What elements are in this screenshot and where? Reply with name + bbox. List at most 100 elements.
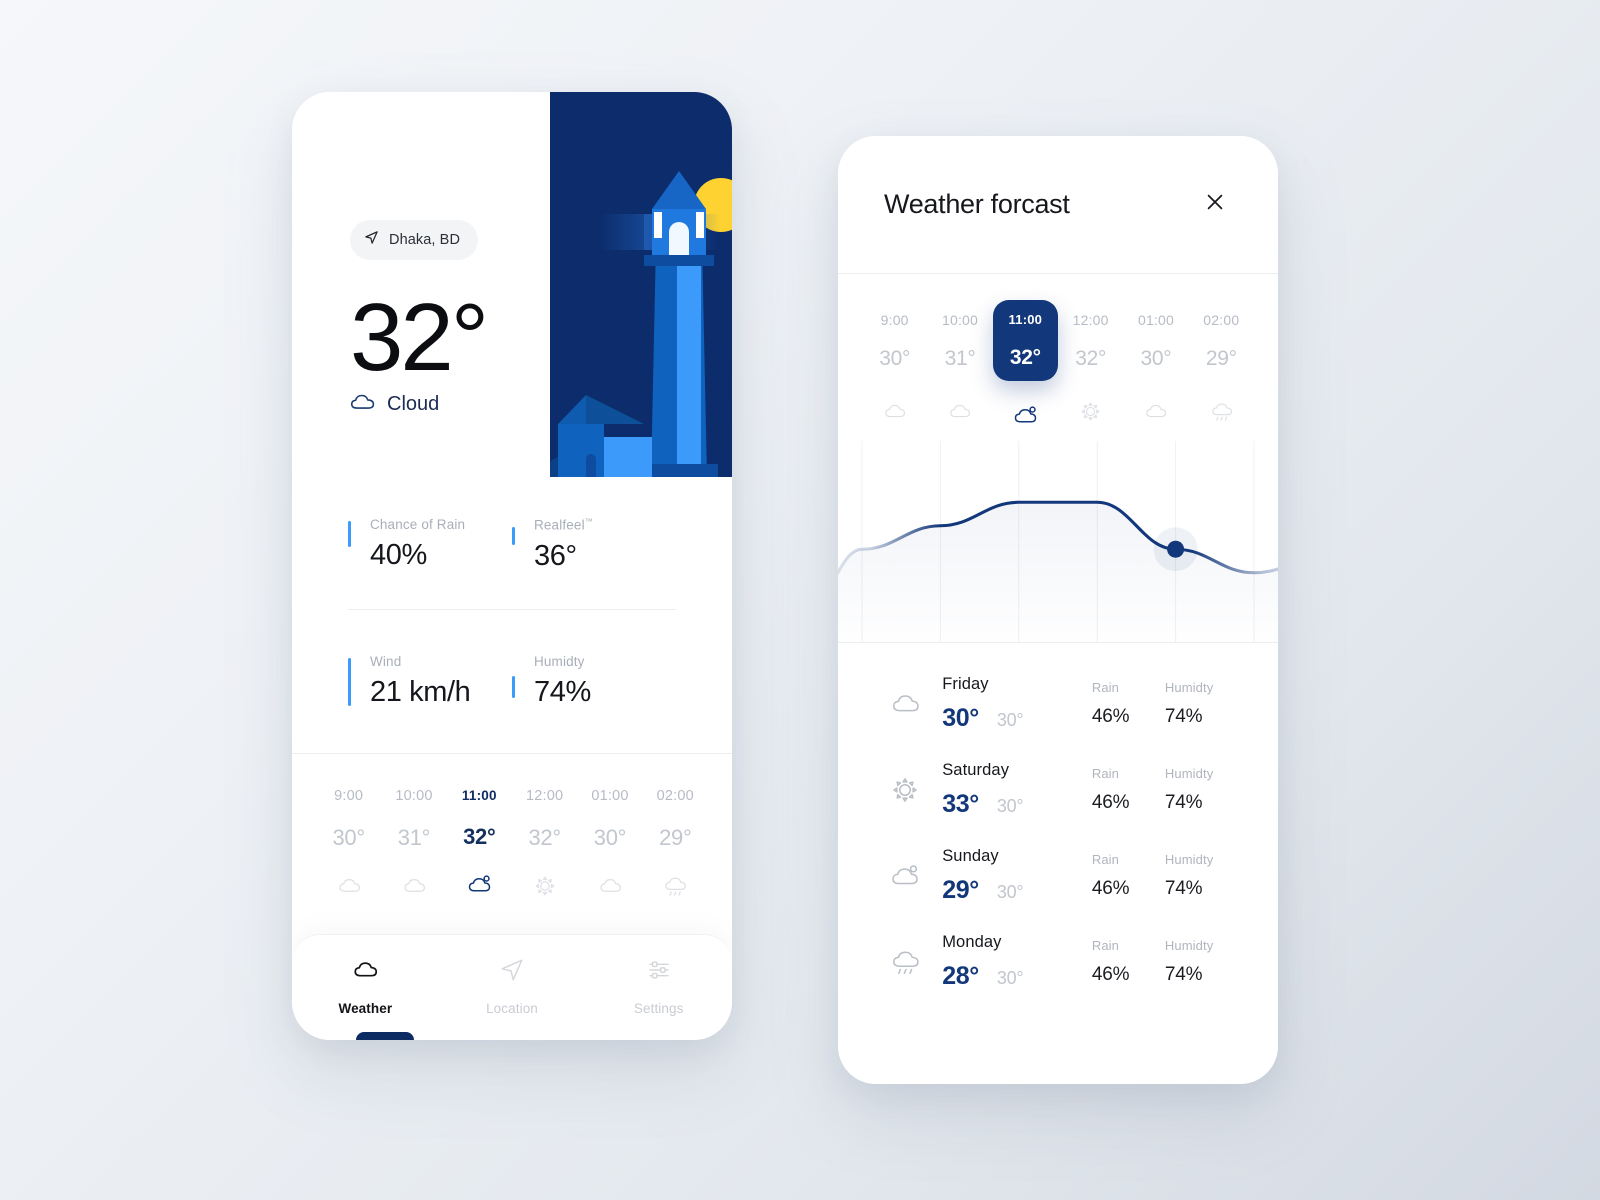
rain-value: 46% [1091, 706, 1130, 727]
day-summary: Sunday 29° 30° [942, 847, 1092, 905]
hourly-forecast-strip[interactable]: 9:00 30° 10:00 31° 11:00 32° 12:00 32° 01:00 30… [292, 754, 732, 899]
hour-temperature: 32° [1009, 346, 1041, 369]
forecast-hour-pill[interactable]: 02:00 29° [1189, 300, 1254, 381]
hour-column[interactable]: 11:00 32° [447, 788, 512, 899]
close-button[interactable] [1198, 188, 1232, 222]
hour-column[interactable]: 02:00 29° [643, 788, 708, 899]
cloud-icon [890, 689, 942, 719]
nav-item-label: Location [486, 1001, 538, 1016]
daily-forecast-list[interactable]: Friday 30° 30° Rain 46% Humidty 74% Satu… [838, 643, 1278, 1005]
cloud-icon [577, 873, 642, 899]
day-summary: Monday 28° 30° [942, 933, 1092, 991]
hour-column[interactable]: 9:00 30° [316, 788, 381, 899]
hour-time: 10:00 [941, 312, 979, 328]
daily-forecast-row[interactable]: Sunday 29° 30° Rain 46% Humidty 74% [838, 833, 1278, 919]
hour-time: 02:00 [1203, 312, 1240, 328]
house-wall-highlight [604, 437, 652, 477]
day-humidity-stat: Humidty 74% [1165, 852, 1238, 900]
hour-column[interactable]: 01:00 30° [577, 788, 642, 899]
forecast-hourly-strip[interactable]: 9:00 30° 10:00 31° 11:00 32° 12:00 32° 01:00 30° 0… [838, 274, 1278, 381]
page-title: Weather forcast [884, 189, 1070, 219]
hour-temperature: 30° [879, 347, 911, 370]
hour-time: 11:00 [1008, 312, 1043, 327]
hour-time: 11:00 [461, 787, 497, 803]
lighthouse-pane-right [696, 212, 704, 238]
metric-realfeel: Realfeel™ 36° [512, 517, 676, 571]
nav-item-location[interactable]: Location [439, 957, 586, 1040]
day-rain-stat: Rain 46% [1092, 938, 1165, 986]
rain-label: Rain [1091, 852, 1119, 867]
daily-forecast-row[interactable]: Monday 28° 30° Rain 46% Humidty 74% [838, 919, 1278, 1005]
condition-label: Cloud [387, 393, 440, 415]
metric-label: Wind [370, 653, 402, 669]
close-icon [1204, 191, 1226, 218]
day-high-temp: 33° [942, 790, 979, 818]
humidity-label: Humidty [1164, 766, 1214, 781]
cloud-rain-icon [1189, 397, 1254, 425]
sun-icon [890, 775, 942, 805]
weather-home-screen: Dhaka, BD 32° Cloud Chance of Rain 40% R… [292, 92, 732, 1040]
lighthouse-lamp-glass [669, 222, 689, 255]
nav-item-weather[interactable]: Weather [292, 957, 439, 1040]
house-body [558, 424, 604, 477]
home-indicator [356, 1032, 414, 1040]
nav-item-settings[interactable]: Settings [585, 957, 732, 1040]
hour-temperature: 32° [463, 823, 496, 849]
day-rain-stat: Rain 46% [1092, 766, 1165, 814]
day-summary: Friday 30° 30° [942, 675, 1092, 733]
day-summary: Saturday 33° 30° [942, 761, 1092, 819]
forecast-hour-pill[interactable]: 10:00 31° [927, 300, 992, 381]
forecast-hour-pill[interactable]: 12:00 32° [1058, 300, 1123, 381]
navigation-arrow-icon [499, 957, 525, 988]
metric-label: Humidty [534, 653, 585, 669]
hour-column[interactable]: 12:00 32° [512, 788, 577, 899]
day-temperatures: 28° 30° [942, 962, 1092, 991]
hour-column[interactable]: 10:00 31° [381, 788, 446, 899]
cloud-icon [316, 873, 381, 899]
day-name: Saturday [942, 761, 1010, 779]
sun-icon [1058, 397, 1123, 425]
hour-temperature: 32° [1075, 347, 1107, 370]
forecast-hour-pill[interactable]: 01:00 30° [1123, 300, 1188, 381]
day-high-temp: 29° [942, 876, 979, 904]
day-low-temp: 30° [996, 796, 1024, 816]
humidity-value: 74% [1164, 878, 1203, 899]
lighthouse-tower-highlight [677, 266, 701, 477]
chart-marker-dot [1167, 540, 1185, 558]
metrics-row-1: Chance of Rain 40% Realfeel™ 36° [348, 517, 676, 571]
current-condition: Cloud [350, 392, 439, 417]
cloud-rain-icon [890, 947, 942, 977]
metric-chance-of-rain: Chance of Rain 40% [348, 517, 512, 571]
house-roof-right [586, 395, 644, 424]
daily-forecast-row[interactable]: Saturday 33° 30° Rain 46% Humidty 74% [838, 747, 1278, 833]
metric-value: 74% [534, 675, 591, 708]
hour-temperature: 32° [528, 824, 561, 850]
hour-time: 12:00 [1072, 312, 1109, 328]
forecast-hour-pill[interactable]: 9:00 30° [862, 300, 927, 381]
metric-bar [348, 657, 351, 706]
nav-item-label: Weather [338, 1001, 393, 1016]
chart-area-fill [838, 502, 1278, 642]
temperature-chart-svg [838, 440, 1278, 642]
metrics-section: Chance of Rain 40% Realfeel™ 36° Wind 21… [292, 477, 732, 707]
day-high-temp: 28° [942, 962, 979, 990]
daily-forecast-row[interactable]: Friday 30° 30° Rain 46% Humidty 74% [838, 661, 1278, 747]
day-low-temp: 30° [996, 882, 1024, 902]
lighthouse-base [642, 464, 718, 477]
day-humidity-stat: Humidty 74% [1165, 766, 1238, 814]
lighthouse-pane-left [654, 212, 662, 238]
forecast-hour-pill[interactable]: 11:00 32° [992, 300, 1058, 381]
temperature-chart [838, 431, 1278, 643]
metric-label: Realfeel™ [534, 517, 593, 533]
location-chip[interactable]: Dhaka, BD [350, 220, 479, 260]
metric-value: 21 km/h [370, 675, 471, 708]
lighthouse-roof [652, 171, 706, 209]
weather-forecast-screen: Weather forcast 9:00 30° 10:00 31° 11:00 32° 1… [838, 136, 1278, 1084]
cloud-sun-icon [890, 861, 942, 891]
humidity-value: 74% [1164, 792, 1203, 813]
bottom-navigation[interactable]: Weather Location Settings [292, 934, 732, 1040]
hour-temperature: 30° [593, 824, 627, 850]
hour-time: 12:00 [526, 787, 564, 804]
day-low-temp: 30° [996, 968, 1024, 988]
humidity-value: 74% [1164, 706, 1203, 727]
